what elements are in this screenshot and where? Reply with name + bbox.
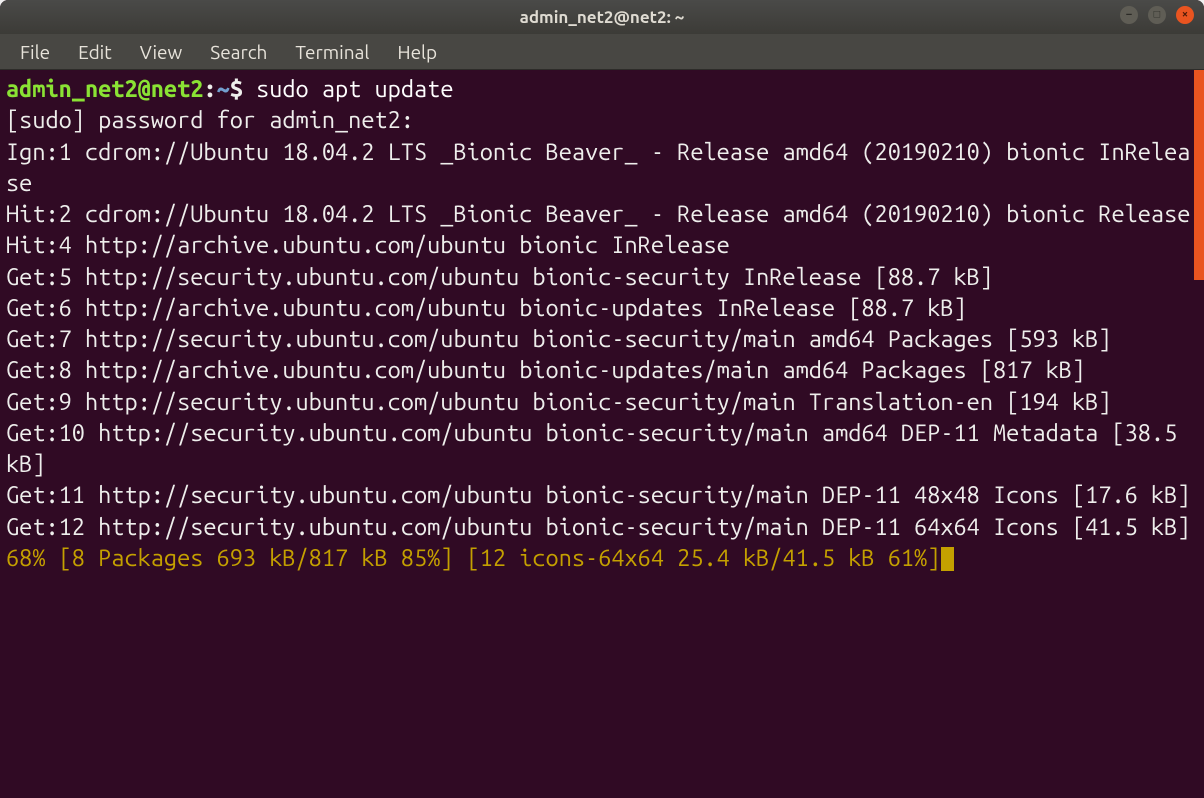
output-line: Get:11 http://security.ubuntu.com/ubuntu…	[6, 482, 1190, 508]
output-line: [sudo] password for admin_net2:	[6, 107, 414, 133]
close-icon: ×	[1182, 9, 1188, 20]
menu-view[interactable]: View	[128, 37, 195, 67]
menubar: File Edit View Search Terminal Help	[0, 34, 1204, 70]
maximize-button[interactable]: □	[1148, 6, 1166, 24]
output-line: Ign:1 cdrom://Ubuntu 18.04.2 LTS _Bionic…	[6, 139, 1190, 196]
menu-edit[interactable]: Edit	[66, 37, 124, 67]
minimize-button[interactable]: –	[1120, 6, 1138, 24]
output-line: Hit:4 http://archive.ubuntu.com/ubuntu b…	[6, 232, 730, 258]
output-line: Get:10 http://security.ubuntu.com/ubuntu…	[6, 420, 1190, 477]
menu-terminal[interactable]: Terminal	[283, 37, 381, 67]
maximize-icon: □	[1154, 9, 1161, 20]
prompt-sigil: $	[230, 76, 256, 102]
titlebar: admin_net2@net2: ~ – □ ×	[0, 0, 1204, 34]
close-button[interactable]: ×	[1176, 6, 1194, 24]
scrollbar-thumb[interactable]	[1194, 70, 1204, 280]
output-line: Get:5 http://security.ubuntu.com/ubuntu …	[6, 264, 993, 290]
terminal-body[interactable]: admin_net2@net2:~$ sudo apt update [sudo…	[0, 70, 1204, 798]
output-line: Hit:2 cdrom://Ubuntu 18.04.2 LTS _Bionic…	[6, 201, 1190, 227]
prompt-separator: :	[203, 76, 216, 102]
output-line: Get:8 http://archive.ubuntu.com/ubuntu b…	[6, 357, 1085, 383]
command-text: sudo apt update	[256, 76, 453, 102]
output-line: Get:6 http://archive.ubuntu.com/ubuntu b…	[6, 295, 967, 321]
output-line: Get:12 http://security.ubuntu.com/ubuntu…	[6, 514, 1190, 540]
menu-help[interactable]: Help	[385, 37, 449, 67]
output-line: Get:9 http://security.ubuntu.com/ubuntu …	[6, 389, 1111, 415]
window-controls: – □ ×	[1120, 6, 1194, 24]
minimize-icon: –	[1126, 9, 1132, 20]
menu-file[interactable]: File	[8, 37, 62, 67]
prompt-path: ~	[217, 76, 230, 102]
prompt-user-host: admin_net2@net2	[6, 76, 203, 102]
terminal-window: admin_net2@net2: ~ – □ × File Edit View …	[0, 0, 1204, 798]
progress-line: 68% [8 Packages 693 kB/817 kB 85%] [12 i…	[6, 545, 940, 571]
cursor-icon	[941, 547, 954, 571]
menu-search[interactable]: Search	[198, 37, 279, 67]
window-title: admin_net2@net2: ~	[520, 8, 685, 27]
output-line: Get:7 http://security.ubuntu.com/ubuntu …	[6, 326, 1111, 352]
